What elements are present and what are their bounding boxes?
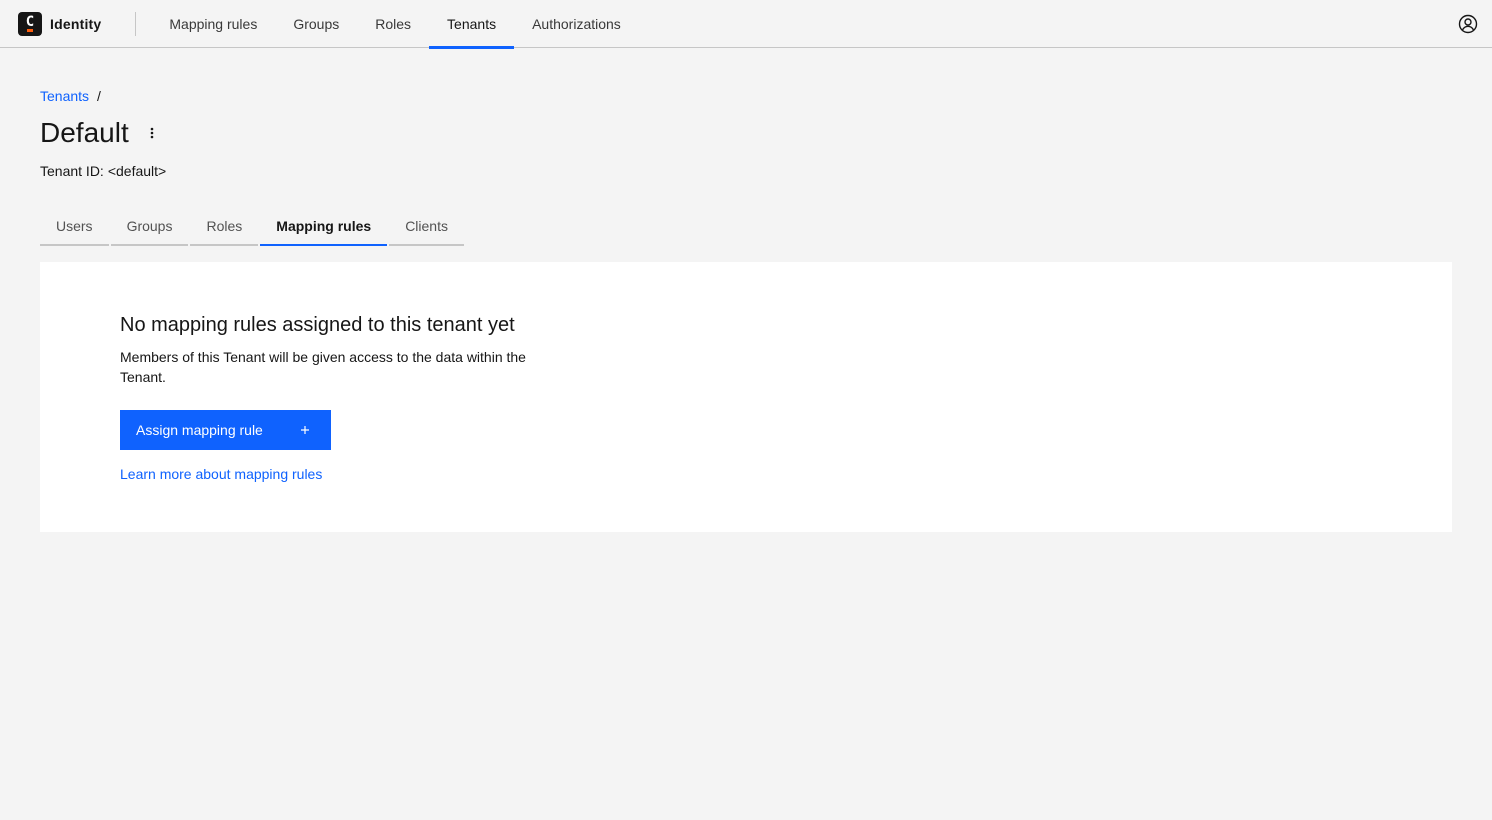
nav-mapping-rules[interactable]: Mapping rules — [151, 0, 275, 48]
breadcrumb: Tenants / — [40, 88, 101, 104]
logo-accent-bar — [27, 28, 33, 32]
tenant-id-label: Tenant ID: — [40, 163, 104, 179]
tenant-id: Tenant ID: <default> — [40, 163, 166, 179]
top-navigation: Mapping rules Groups Roles Tenants Autho… — [151, 0, 639, 49]
nav-roles[interactable]: Roles — [357, 0, 429, 48]
breadcrumb-separator: / — [97, 88, 101, 104]
breadcrumb-tenants-link[interactable]: Tenants — [40, 88, 89, 104]
nav-authorizations[interactable]: Authorizations — [514, 0, 639, 48]
page-title: Default — [40, 117, 129, 148]
overflow-menu-vertical-icon[interactable] — [143, 121, 161, 145]
add-icon — [297, 422, 313, 438]
camunda-logo-icon: C — [18, 11, 42, 36]
assign-mapping-rule-label: Assign mapping rule — [136, 422, 263, 438]
app-header: C Identity Mapping rules Groups Roles Te… — [0, 0, 1492, 49]
nav-tenants[interactable]: Tenants — [429, 0, 515, 49]
learn-more-link[interactable]: Learn more about mapping rules — [120, 466, 322, 482]
empty-state-description: Members of this Tenant will be given acc… — [120, 349, 526, 385]
nav-groups[interactable]: Groups — [275, 0, 357, 48]
tenant-id-value: <default> — [107, 163, 167, 179]
tenant-tabs: Users Groups Roles Mapping rules Clients — [40, 207, 466, 246]
app-name: Identity — [50, 15, 102, 32]
empty-state-title: No mapping rules assigned to this tenant… — [120, 314, 515, 336]
tab-mapping-rules[interactable]: Mapping rules — [260, 207, 388, 246]
title-row: Default — [40, 115, 161, 151]
tab-roles[interactable]: Roles — [190, 207, 259, 246]
brand[interactable]: C Identity — [0, 11, 137, 36]
assign-mapping-rule-button[interactable]: Assign mapping rule — [120, 410, 331, 450]
logo-letter: C — [25, 14, 35, 30]
tab-clients[interactable]: Clients — [389, 207, 464, 246]
user-avatar-icon[interactable] — [1458, 14, 1478, 34]
tab-users[interactable]: Users — [40, 207, 109, 246]
tab-groups[interactable]: Groups — [110, 207, 189, 246]
empty-state-card: No mapping rules assigned to this tenant… — [40, 262, 1452, 532]
